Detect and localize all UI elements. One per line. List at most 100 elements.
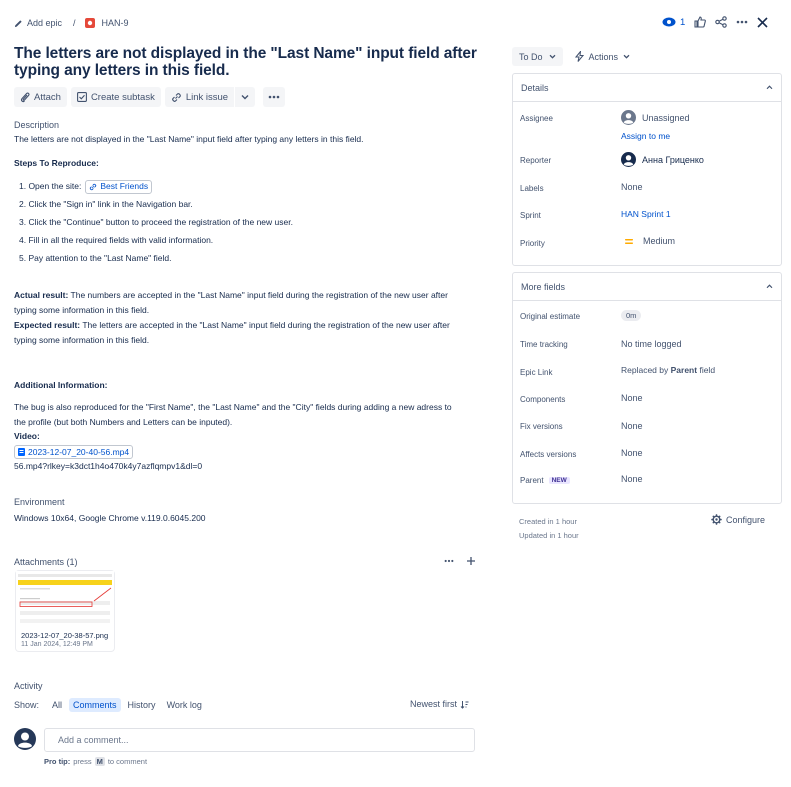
updated-time: Updated in 1 hour: [519, 531, 579, 540]
chevron-down-icon: [623, 54, 630, 59]
activity-show-label: Show:: [14, 699, 40, 710]
additional-info-line2: the profile (but both Numbers and Letter…: [14, 417, 233, 427]
original-estimate-value[interactable]: 0m: [621, 310, 642, 321]
link-issue-dropdown[interactable]: [235, 87, 256, 107]
description-summary: The letters are not displayed in the "La…: [14, 134, 364, 144]
assignee-value[interactable]: Unassigned: [621, 110, 690, 125]
actual-result-label: Actual result:: [14, 290, 69, 300]
fix-versions-value[interactable]: None: [621, 421, 643, 431]
chevron-up-icon: [766, 85, 773, 90]
reporter-value[interactable]: Анна Гриценко: [621, 152, 704, 167]
issue-title-line1: The letters are not displayed in the "La…: [14, 45, 477, 62]
affects-versions-label: Affects versions: [520, 450, 577, 459]
step-1: 1. Open the site: Best Friends: [19, 178, 494, 195]
reporter-label: Reporter: [520, 156, 552, 165]
lightning-icon: [574, 51, 584, 62]
additional-info-text: The bug is also reproduced for the "Firs…: [14, 400, 494, 430]
actions-dropdown[interactable]: Actions: [571, 47, 635, 66]
details-heading: Details: [521, 82, 549, 93]
more-options-icon[interactable]: [444, 559, 454, 563]
attachment-file-date: 11 Jan 2024, 12:49 PM: [21, 641, 93, 648]
sort-toggle[interactable]: Newest first: [410, 699, 469, 709]
paperclip-icon: [20, 92, 30, 103]
file-icon: [18, 447, 25, 456]
link-icon: [89, 183, 97, 191]
issue-title-line2: typing any letters in this field.: [14, 62, 230, 79]
breadcrumb-separator: /: [73, 18, 76, 28]
expected-result-text: The letters are accepted in the "Last Na…: [80, 320, 450, 330]
created-time: Created in 1 hour: [519, 517, 577, 526]
new-badge: NEW: [548, 477, 570, 484]
attach-label: Attach: [34, 91, 61, 103]
epic-link-parent: Parent: [670, 365, 698, 375]
close-icon[interactable]: [757, 16, 768, 28]
configure-button[interactable]: Configure: [711, 514, 765, 525]
components-label: Components: [520, 395, 566, 404]
priority-value[interactable]: Medium: [621, 236, 675, 246]
sprint-value-link[interactable]: HAN Sprint 1: [621, 209, 671, 219]
components-value[interactable]: None: [621, 393, 643, 403]
environment-section: Environment Windows 10x64, Google Chrome…: [14, 497, 206, 526]
best-friends-label: Best Friends: [100, 181, 149, 191]
assign-to-me-link[interactable]: Assign to me: [621, 131, 670, 141]
issue-top-actions: 1: [662, 14, 768, 30]
sort-icon: [460, 700, 469, 709]
tab-all[interactable]: All: [48, 698, 66, 712]
more-fields-heading: More fields: [521, 281, 566, 292]
eye-icon: [662, 17, 676, 27]
expected-result-text-2: typing some information in this field.: [14, 335, 150, 345]
pro-tip-text2: to comment: [107, 757, 148, 766]
comment-input[interactable]: Add a comment...: [44, 728, 475, 752]
pro-tip-key: M: [94, 757, 105, 766]
status-label: To Do: [519, 51, 543, 62]
issue-title[interactable]: The letters are not displayed in the "La…: [14, 45, 484, 79]
time-tracking-value[interactable]: No time logged: [621, 339, 682, 349]
video-file-link[interactable]: 2023-12-07_20-40-56.mp4: [14, 444, 134, 459]
assignee-name: Unassigned: [642, 112, 690, 123]
activity-tabs: Show: All Comments History Work log: [14, 697, 206, 712]
environment-value[interactable]: Windows 10x64, Google Chrome v.119.0.604…: [14, 511, 206, 526]
additional-info-heading: Additional Information:: [14, 380, 108, 390]
description-body[interactable]: The letters are not displayed in the "La…: [14, 132, 494, 474]
video-url-tail: 56.mp4?rlkey=k3dct1h4o470k4y7azflqmpv1&d…: [14, 461, 203, 471]
step-5: 5. Pay attention to the "Last Name" fiel…: [19, 253, 172, 263]
link-icon: [171, 92, 182, 103]
pro-tip: Pro tip: press M to comment: [44, 757, 147, 766]
avatar: [621, 110, 636, 125]
description-heading: Description: [14, 120, 60, 130]
labels-value[interactable]: None: [621, 182, 643, 192]
subtask-icon: [76, 92, 87, 102]
issue-toolbar: Attach Create subtask Link issue: [14, 87, 286, 107]
epic-link-value: Replaced by Parent field: [621, 365, 715, 375]
more-fields-panel: More fields Original estimate 0m Time tr…: [512, 272, 782, 504]
affects-versions-value[interactable]: None: [621, 448, 643, 458]
tab-comments[interactable]: Comments: [69, 697, 121, 712]
tab-work-log[interactable]: Work log: [163, 698, 206, 712]
pro-tip-label: Pro tip:: [44, 757, 71, 766]
link-issue-button[interactable]: Link issue: [164, 87, 235, 107]
comment-placeholder: Add a comment...: [58, 735, 129, 745]
add-attachment-icon[interactable]: [466, 556, 476, 566]
status-dropdown[interactable]: To Do: [512, 47, 563, 66]
attachment-card[interactable]: 2023-12-07_20-38-57.png 11 Jan 2024, 12:…: [16, 571, 114, 651]
avatar: [621, 152, 636, 167]
epic-link-suffix: field: [697, 365, 716, 375]
share-icon[interactable]: [715, 16, 728, 28]
more-toolbar-button[interactable]: [263, 87, 286, 107]
issue-key-link[interactable]: HAN-9: [102, 18, 129, 28]
actual-result-text: The numbers are accepted in the "Last Na…: [68, 290, 448, 300]
watch-button[interactable]: 1: [662, 17, 685, 28]
add-epic-link[interactable]: Add epic: [27, 18, 62, 28]
create-subtask-button[interactable]: Create subtask: [70, 87, 161, 107]
details-panel-header[interactable]: Details: [513, 74, 781, 102]
thumbs-up-icon[interactable]: [694, 16, 707, 28]
more-options-icon[interactable]: [736, 20, 748, 24]
attach-button[interactable]: Attach: [14, 87, 67, 107]
step-1-text: 1. Open the site:: [19, 181, 82, 191]
best-friends-link[interactable]: Best Friends: [85, 179, 153, 194]
parent-value[interactable]: None: [621, 474, 643, 484]
tab-history[interactable]: History: [124, 698, 160, 712]
pencil-icon: [14, 19, 23, 28]
labels-label: Labels: [520, 184, 544, 193]
more-fields-panel-header[interactable]: More fields: [513, 273, 781, 301]
